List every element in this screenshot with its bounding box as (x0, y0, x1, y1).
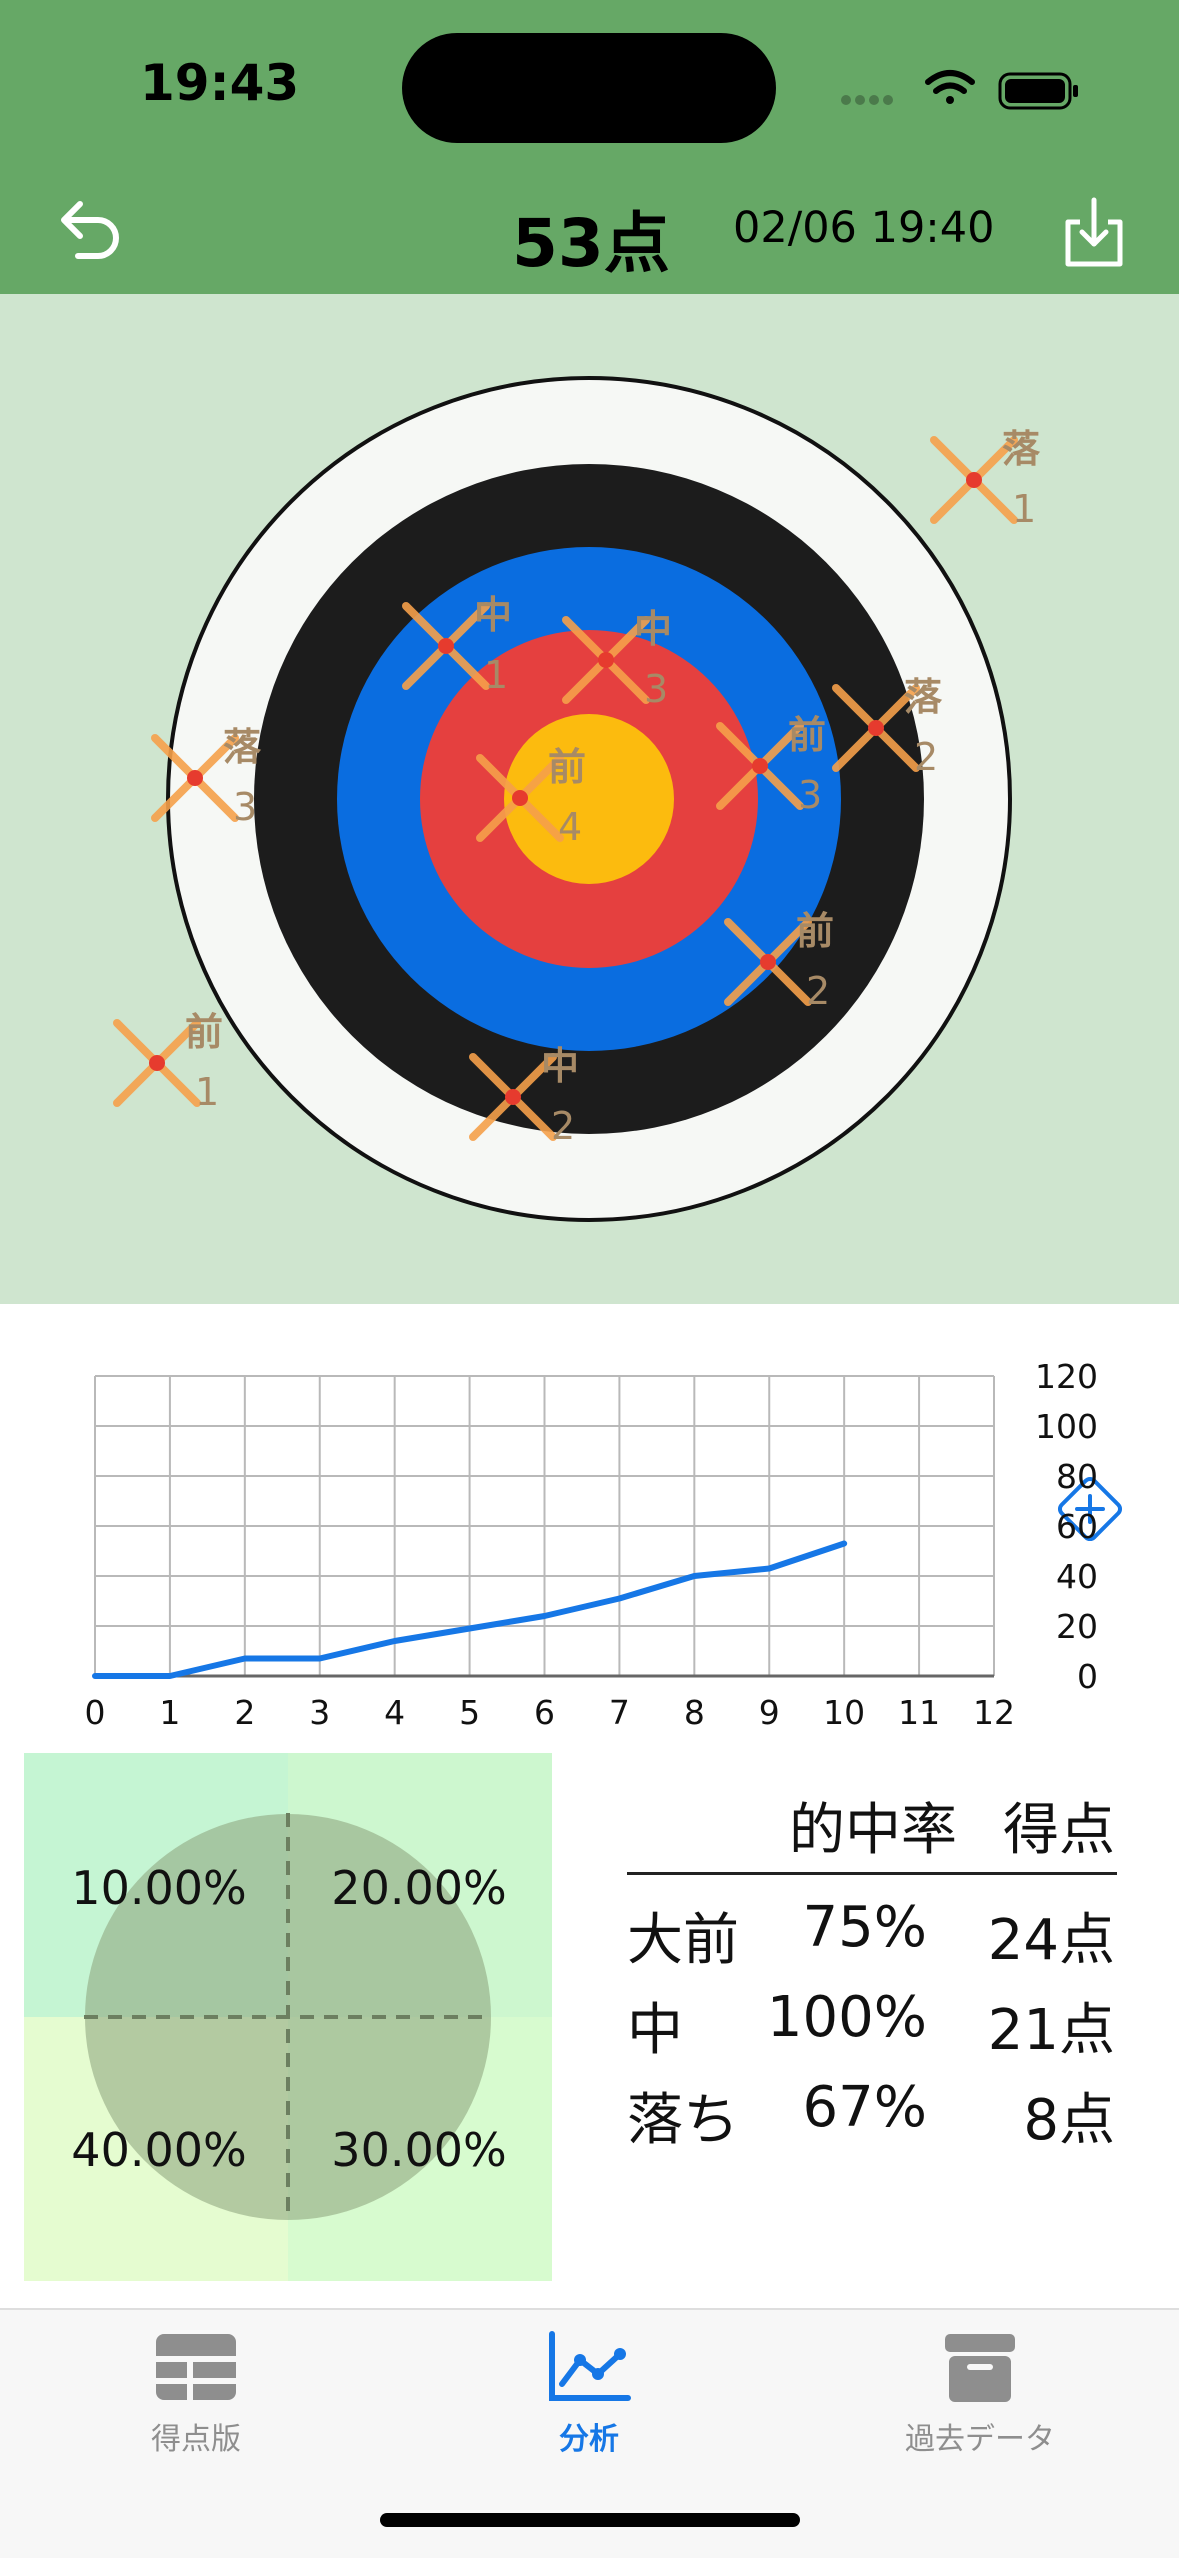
x-tick-label: 8 (684, 1693, 705, 1732)
chart-grid (95, 1376, 994, 1676)
x-tick-label: 7 (609, 1693, 630, 1732)
marker-label: 落 (1002, 427, 1041, 471)
home-indicator (380, 2513, 800, 2527)
chart-icon (544, 2328, 634, 2408)
stats-table: 的中率 得点 大前 75% 24点 中 100% 21点 落ち 67% 8点 (627, 1775, 1117, 2135)
marker-count: 3 (233, 785, 257, 829)
marker-count: 2 (914, 735, 938, 779)
tab-analysis[interactable]: 分析 (449, 2328, 729, 2478)
signal-icon (841, 95, 893, 105)
tab-label: 得点版 (56, 2414, 336, 2458)
y-tick-label: 40 (1056, 1557, 1098, 1596)
row-score: 8点 (1023, 2075, 1115, 2156)
y-tick-label: 80 (1056, 1457, 1098, 1496)
marker-count: 2 (806, 969, 830, 1013)
target-board[interactable]: 落1中1中3落2落3前4前3前2前1中2 (0, 294, 1179, 1304)
session-datetime: 02/06 19:40 (733, 203, 995, 253)
dynamic-island (402, 33, 776, 143)
status-icons (840, 60, 1090, 110)
x-tick-label: 10 (823, 1693, 865, 1732)
marker-count: 3 (798, 773, 822, 817)
row-score: 21点 (988, 1985, 1115, 2066)
x-tick-label: 4 (384, 1693, 405, 1732)
marker-label: 落 (904, 675, 943, 719)
quadrant-top-left-value: 10.00% (49, 1861, 269, 1915)
x-tick-label: 2 (234, 1693, 255, 1732)
arrow-marker: 落1 (934, 427, 1041, 531)
marker-count: 2 (551, 1104, 575, 1148)
tab-label: 過去データ (840, 2414, 1120, 2458)
marker-label: 落 (223, 725, 262, 769)
chart-svg: 0123456789101112020406080100120 (0, 1330, 1179, 1750)
row-rate: 100% (767, 1985, 927, 2050)
quadrant-diagram: 10.00% 20.00% 40.00% 30.00% (24, 1753, 552, 2281)
marker-label: 中 (634, 607, 672, 651)
export-icon[interactable] (1054, 192, 1134, 272)
x-tick-label: 3 (309, 1693, 330, 1732)
total-score: 53点 (512, 190, 670, 286)
y-tick-label: 60 (1056, 1507, 1098, 1546)
row-name: 落ち (627, 2075, 739, 2156)
archive-icon (935, 2328, 1025, 2408)
table-divider (627, 1872, 1117, 1875)
marker-label: 中 (541, 1044, 579, 1088)
marker-count: 1 (195, 1070, 219, 1114)
marker-label: 前 (796, 909, 834, 953)
x-tick-label: 6 (534, 1693, 555, 1732)
marker-count: 1 (1012, 487, 1036, 531)
x-tick-label: 9 (759, 1693, 780, 1732)
quadrant-circle (24, 1753, 552, 2281)
y-tick-label: 100 (1035, 1407, 1098, 1446)
arrow-marker: 前1 (117, 1010, 223, 1114)
score-chart: 0123456789101112020406080100120 (0, 1330, 1179, 1750)
row-rate: 67% (803, 2075, 927, 2140)
marker-label: 前 (185, 1010, 223, 1054)
tab-past-data[interactable]: 過去データ (840, 2328, 1120, 2478)
row-rate: 75% (803, 1895, 927, 1960)
marker-label: 中 (474, 593, 512, 637)
row-name: 大前 (627, 1895, 739, 1976)
wifi-icon (928, 73, 972, 104)
app-header: 19:43 53点 02/06 19:40 (0, 0, 1179, 294)
x-tick-label: 11 (898, 1693, 940, 1732)
y-tick-label: 20 (1056, 1607, 1098, 1646)
ring-gold (504, 714, 674, 884)
header-hit-rate: 的中率 (789, 1785, 957, 1866)
y-tick-label: 0 (1077, 1657, 1098, 1696)
marker-label: 前 (788, 713, 826, 757)
x-tick-label: 1 (159, 1693, 180, 1732)
table-icon (151, 2328, 241, 2408)
undo-icon[interactable] (48, 188, 128, 268)
x-tick-label: 5 (459, 1693, 480, 1732)
battery-icon (1000, 74, 1078, 108)
target-svg: 落1中1中3落2落3前4前3前2前1中2 (0, 294, 1179, 1304)
marker-count: 1 (484, 653, 508, 697)
y-tick-label: 120 (1035, 1357, 1098, 1396)
tab-label: 分析 (449, 2414, 729, 2458)
row-name: 中 (627, 1985, 683, 2066)
quadrant-bottom-right-value: 30.00% (309, 2123, 529, 2177)
header-score: 得点 (1003, 1785, 1115, 1866)
status-time: 19:43 (140, 54, 299, 112)
marker-count: 3 (644, 667, 668, 711)
quadrant-top-right-value: 20.00% (309, 1861, 529, 1915)
x-tick-label: 12 (973, 1693, 1015, 1732)
marker-count: 4 (558, 805, 582, 849)
quadrant-bottom-left-value: 40.00% (49, 2123, 269, 2177)
x-tick-label: 0 (85, 1693, 106, 1732)
row-score: 24点 (988, 1895, 1115, 1976)
marker-label: 前 (548, 745, 586, 789)
tab-score-board[interactable]: 得点版 (56, 2328, 336, 2478)
